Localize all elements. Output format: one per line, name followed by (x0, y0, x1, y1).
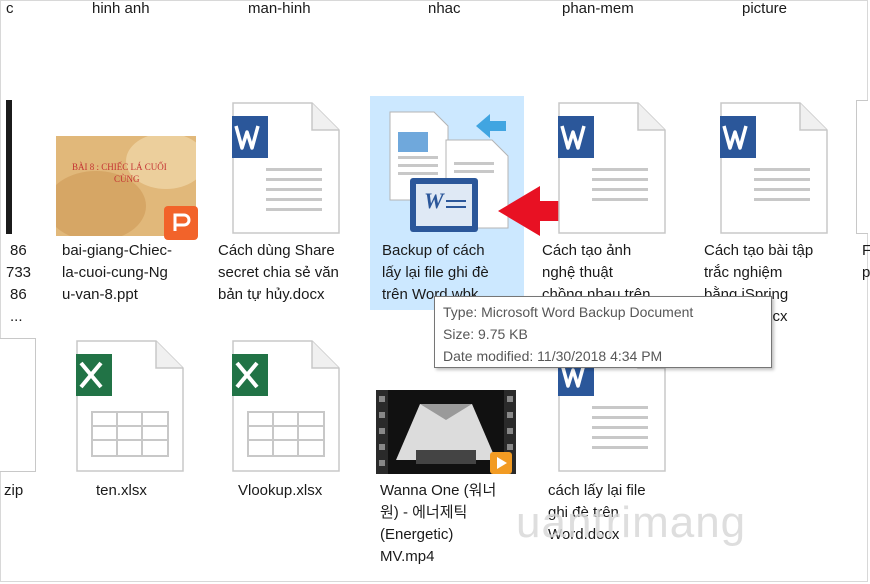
file-item-wanna-one-mp4[interactable] (370, 380, 524, 480)
folder-label-picture[interactable]: picture (742, 0, 787, 22)
excel-document-icon (232, 340, 340, 472)
wbk-label-line1: Backup of cách (382, 242, 485, 259)
ten-xlsx-label: ten.xlsx (96, 482, 147, 499)
folder-label-hinh-anh[interactable]: hinh anh (92, 0, 150, 22)
docx1-label-line1: Cách dùng Share (218, 242, 335, 259)
partial-file-left[interactable] (0, 100, 14, 240)
word-document-icon (558, 102, 666, 234)
partial-left-line1: 86 (10, 242, 27, 259)
folder-label-man-hinh[interactable]: man-hinh (248, 0, 311, 22)
vlookup-xlsx-label: Vlookup.xlsx (238, 482, 323, 499)
mp4-label-line1: Wanna One (워너 (380, 482, 497, 499)
partial-right-line2: p (862, 264, 870, 281)
tooltip-type: Type: Microsoft Word Backup Document (443, 304, 694, 320)
mp4-label-line2: 원) - 에너제틱 (380, 504, 468, 521)
partial-left-line4: ... (10, 308, 23, 325)
partial-right-line1: F (862, 242, 870, 259)
mp4-label-line3: (Energetic) (380, 526, 454, 543)
partial-zip-file[interactable] (0, 338, 36, 472)
folder-label-phan-mem[interactable]: phan-mem (562, 0, 634, 22)
ppt-label-line2: la-cuoi-cung-Ng (62, 264, 168, 281)
partial-file-right[interactable] (856, 100, 868, 234)
excel-document-icon (76, 340, 184, 472)
docx3-label-line2: trắc nghiệm (704, 264, 783, 281)
folder-label-nhac[interactable]: nhac (428, 0, 461, 22)
docx3-label-line1: Cách tạo bài tập (704, 242, 814, 259)
docx1-label-line2: secret chia sẻ văn (218, 264, 339, 281)
watermark-logo: uantrimang (516, 498, 747, 547)
partial-left-line3: 86 (10, 286, 27, 303)
partial-left-line2: 733 (6, 264, 32, 281)
folder-label-c[interactable]: c (6, 0, 14, 22)
svg-text:CÙNG: CÙNG (114, 174, 140, 184)
ppt-label-line3: u-van-8.ppt (62, 286, 138, 303)
word-document-icon (232, 102, 340, 234)
docx2-label-line2: nghệ thuật (542, 264, 613, 281)
ppt-thumb-title: BÀI 8 : CHIẾC LÁ CUỐI (72, 162, 167, 172)
zip-label: zip (4, 482, 24, 499)
mp4-label-line4: MV.mp4 (380, 548, 435, 565)
video-thumbnail (376, 390, 516, 474)
wbk-label-line2: lấy lại file ghi đè (382, 264, 489, 281)
docx1-label-line3: bản tự hủy.docx (218, 286, 325, 303)
tooltip-date: Date modified: 11/30/2018 4:34 PM (443, 348, 663, 364)
ppt-label-line1: bai-giang-Chiec- (62, 242, 173, 259)
word-document-icon (720, 102, 828, 234)
docx2-label-line1: Cách tạo ảnh (542, 242, 632, 259)
file-info-tooltip: Type: Microsoft Word Backup Document Siz… (434, 296, 772, 368)
powerpoint-badge-icon (164, 206, 198, 240)
svg-text:W: W (424, 188, 445, 213)
tooltip-size: Size: 9.75 KB (443, 326, 528, 342)
word-backup-icon: W (389, 111, 509, 232)
